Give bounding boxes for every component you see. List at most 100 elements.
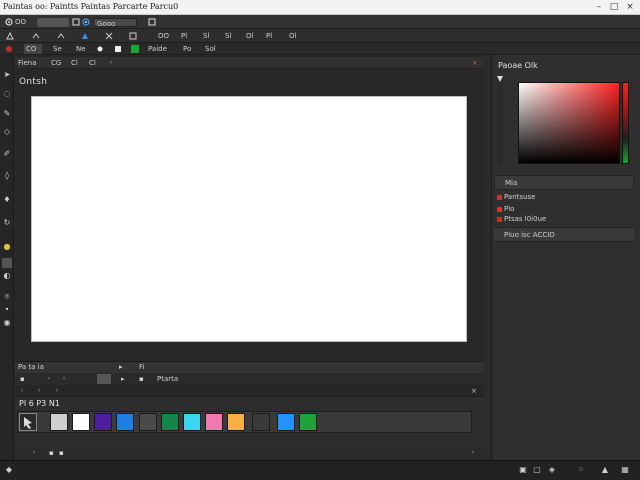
chevron-up-icon[interactable]	[32, 32, 40, 40]
close-button[interactable]: ×	[623, 1, 637, 13]
toolbar2-item-1[interactable]: OO	[158, 31, 169, 41]
color-swatch-icon[interactable]	[2, 258, 12, 268]
swatch-cursor[interactable]	[19, 413, 37, 431]
undo-icon[interactable]: ▢	[532, 465, 542, 475]
toolbar2-item-2[interactable]: Pl	[181, 31, 187, 41]
brush-icon[interactable]: ◆	[4, 465, 14, 475]
panel-icon-e[interactable]: ▸	[121, 374, 125, 384]
layer-row[interactable]: Ptsas l0i0ue	[494, 214, 634, 225]
tab-cl-2[interactable]: Cl	[89, 58, 96, 68]
swatch-11[interactable]	[277, 413, 295, 431]
swatch-footer-icon-b[interactable]: ▪	[49, 448, 54, 458]
swatch-6[interactable]	[161, 413, 179, 431]
target-icon[interactable]	[82, 18, 90, 26]
panel-icon-f[interactable]: ▪	[139, 374, 144, 384]
swatch-3[interactable]	[94, 413, 112, 431]
move-tool-icon[interactable]: ➤	[2, 70, 12, 80]
gradient-tool-icon[interactable]: ◐	[2, 271, 12, 281]
tab-cg[interactable]: CG	[51, 58, 61, 68]
swatch-footer-icon-d[interactable]: ◦	[471, 448, 475, 458]
panel-icon-b[interactable]: ◦	[47, 374, 51, 384]
options-item-2[interactable]: Se	[53, 44, 62, 54]
options-preset-1[interactable]: CO	[24, 44, 42, 54]
swatch-10[interactable]	[252, 413, 270, 431]
swatch-footer-icon-a[interactable]: ◦	[32, 448, 36, 458]
color-picker[interactable]	[518, 82, 620, 164]
search-input[interactable]	[37, 18, 69, 27]
doc-close-icon[interactable]: ×	[472, 58, 478, 68]
hue-slider[interactable]	[622, 82, 629, 164]
maximize-button[interactable]: □	[607, 1, 621, 13]
swatch-1[interactable]	[50, 413, 68, 431]
link-icon[interactable]: ◈	[547, 465, 557, 475]
pen-tool-icon[interactable]: ✎	[2, 109, 12, 119]
swatch-12[interactable]	[299, 413, 317, 431]
scissors-icon[interactable]	[105, 32, 113, 40]
brush-tool-icon[interactable]: ✐	[2, 149, 12, 159]
swatch-7[interactable]	[183, 413, 201, 431]
canvas-label: Ontsh	[19, 77, 48, 87]
bottom-tab-2[interactable]: Fi	[139, 362, 144, 372]
tab-document[interactable]: Fiena	[18, 58, 37, 68]
menu-icon[interactable]	[148, 18, 156, 26]
dot-icon[interactable]	[96, 45, 104, 53]
settings-icon[interactable]: ▲	[600, 465, 610, 475]
grid-icon[interactable]: ⁘	[576, 465, 586, 475]
square-white-icon[interactable]	[114, 45, 122, 53]
brush-preset-icon[interactable]	[5, 45, 13, 53]
options-item-5[interactable]: Po	[183, 44, 191, 54]
square-icon[interactable]	[72, 18, 80, 26]
panel-icon-c[interactable]: ◦	[62, 374, 66, 384]
shape-triangle-icon[interactable]	[81, 32, 89, 40]
panel-icon-d[interactable]	[97, 374, 111, 384]
toolbar2-item-5[interactable]: Ol	[246, 31, 253, 41]
swatch-5[interactable]	[139, 413, 157, 431]
eraser-tool-icon[interactable]: ◊	[2, 171, 12, 181]
rotate-tool-icon[interactable]: ↻	[2, 218, 12, 228]
swatch-2[interactable]	[72, 413, 90, 431]
smudge-tool-icon[interactable]: ⌾	[2, 292, 12, 302]
panel-close-icon[interactable]: ×	[471, 386, 477, 396]
zoom-tool-icon[interactable]: ◉	[2, 318, 12, 328]
panel-icon-a[interactable]: ▪	[20, 374, 25, 384]
bottom-panel-tabs: Pa ta ia ▸ Fi	[15, 362, 484, 373]
mask-icon[interactable]	[129, 32, 137, 40]
lasso-tool-icon[interactable]: ◌	[2, 89, 12, 99]
toolbar-item-oo[interactable]: OO	[15, 17, 26, 27]
options-item-4[interactable]: Paide	[148, 44, 167, 54]
toolbar2-item-6[interactable]: Pl	[266, 31, 272, 41]
panel-icon-h[interactable]: ◦	[37, 386, 41, 396]
tab-cl-1[interactable]: Cl	[71, 58, 78, 68]
layer-row[interactable]: Pantsuse	[494, 192, 634, 203]
menu-grid-icon[interactable]: ▦	[620, 465, 630, 475]
panel-icon-g[interactable]: ◦	[20, 386, 24, 396]
bottom-tab-arrow-icon[interactable]: ▸	[119, 362, 123, 372]
options-item-6[interactable]: Sol	[205, 44, 216, 54]
toolbar2-item-7[interactable]: Ol	[289, 31, 296, 41]
bottom-panel-row: ▪ ◦ ◦ ▸ ▪ Ptarta	[15, 373, 484, 385]
dot-tool-icon[interactable]: •	[2, 305, 12, 315]
layers-icon[interactable]: ▣	[518, 465, 528, 475]
gear-icon[interactable]	[5, 18, 13, 26]
workspace-select[interactable]: Gooo	[93, 18, 137, 28]
tab-pin-icon[interactable]: ◦	[109, 58, 113, 68]
chevron-up-icon[interactable]	[57, 32, 65, 40]
swatch-8[interactable]	[205, 413, 223, 431]
canvas[interactable]	[31, 96, 467, 342]
swatch-4[interactable]	[116, 413, 134, 431]
swatch-9[interactable]	[227, 413, 245, 431]
bottom-tab-1[interactable]: Pa ta ia	[18, 362, 44, 372]
swatch-footer-icon-c[interactable]: ▪	[59, 448, 64, 458]
toolbar2-item-3[interactable]: Sl	[203, 31, 209, 41]
eyedropper-tool-icon[interactable]: ●	[2, 242, 12, 252]
minimize-button[interactable]: –	[592, 1, 606, 13]
toolbar2-item-4[interactable]: Sl	[225, 31, 231, 41]
panel-icon-i[interactable]: ◦	[55, 386, 59, 396]
shape-tool-icon[interactable]: ◇	[2, 127, 12, 137]
bucket-tool-icon[interactable]: ♦	[2, 195, 12, 205]
options-item-3[interactable]: Ne	[76, 44, 86, 54]
green-color-icon[interactable]	[131, 45, 139, 53]
bottom-panel-toolbar: ◦ ◦ ◦ ×	[15, 385, 484, 397]
triangle-icon[interactable]	[6, 32, 14, 40]
active-layer-row[interactable]: Pluo isc ACCIO	[494, 227, 634, 242]
